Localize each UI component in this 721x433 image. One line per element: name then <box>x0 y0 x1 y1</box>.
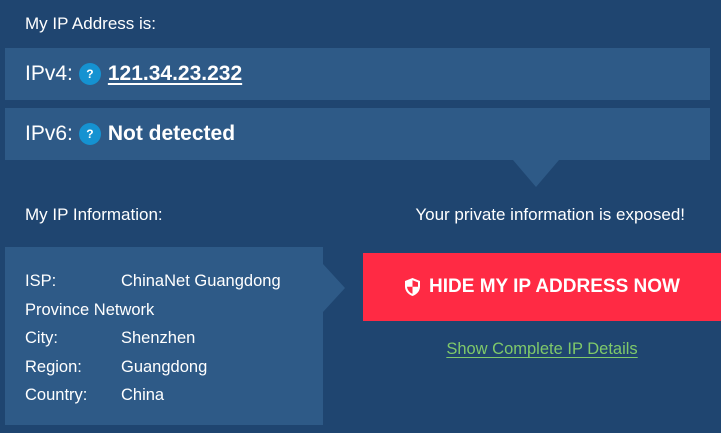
shield-icon <box>404 277 421 297</box>
country-label: Country: <box>25 386 88 404</box>
ipv6-label: IPv6: <box>25 122 73 145</box>
city-line: City: Shenzhen <box>25 324 309 353</box>
ipv6-value: Not detected <box>107 122 236 145</box>
region-value: Guangdong <box>121 357 208 376</box>
isp-label: ISP: <box>25 272 57 290</box>
country-value: China <box>121 386 165 404</box>
city-value: Shenzhen <box>121 329 196 347</box>
city-label: City: <box>25 329 58 347</box>
ipv4-help-icon[interactable]: ? <box>78 63 101 85</box>
region-label: Region: <box>25 357 82 376</box>
isp-line: ISP: ChinaNet Guangdong <box>25 267 309 296</box>
show-details-link[interactable]: Show Complete IP Details <box>363 340 721 359</box>
ip-information-panel: ISP: ChinaNet Guangdong Province Network … <box>5 247 323 425</box>
country-line: Country: China <box>25 381 309 410</box>
ipv6-row: IPv6: ? Not detected <box>5 108 710 160</box>
region-line: Region: Guangdong <box>25 353 309 382</box>
panel-pointer-right <box>323 264 345 312</box>
exposed-warning-text: Your private information is exposed! <box>415 205 685 224</box>
ip-information-heading: My IP Information: <box>25 205 163 224</box>
hide-ip-button[interactable]: HIDE MY IP ADDRESS NOW <box>363 253 721 321</box>
ipv4-row: IPv4: ? 121.34.23.232 <box>5 48 710 100</box>
ipv6-help-icon[interactable]: ? <box>78 123 101 145</box>
isp-value-continued: Province Network <box>25 300 155 319</box>
ipv4-value[interactable]: 121.34.23.232 <box>108 62 242 86</box>
ipv4-label: IPv4: <box>25 62 73 85</box>
panel-pointer-down <box>513 160 559 187</box>
isp-line-continued: Province Network <box>25 296 309 325</box>
ip-address-heading: My IP Address is: <box>25 14 157 33</box>
isp-value: ChinaNet Guangdong <box>121 272 281 290</box>
hide-ip-button-label: HIDE MY IP ADDRESS NOW <box>429 276 680 297</box>
